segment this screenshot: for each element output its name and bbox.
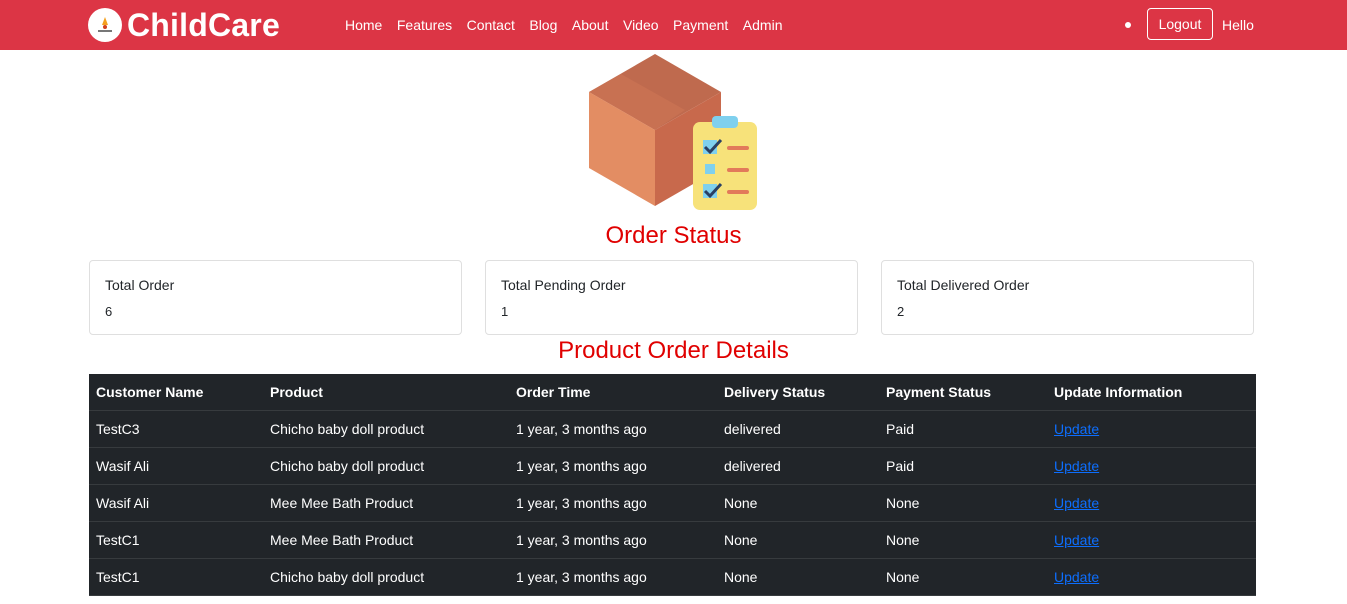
table-row: TestC3 Chicho baby doll product 1 year, … [89, 410, 1256, 448]
brand-name: ChildCare [127, 6, 280, 43]
delivery-status: delivered [717, 410, 879, 448]
total-order-card: Total Order 6 [89, 260, 462, 335]
payment-status: Paid [879, 410, 1047, 448]
main-nav: Home Features Contact Blog About Video P… [345, 0, 797, 50]
product-name: Chicho baby doll product [263, 558, 509, 596]
nav-home[interactable]: Home [345, 17, 382, 33]
card-label: Total Delivered Order [897, 277, 1030, 293]
update-cell: Update [1047, 484, 1256, 522]
card-label: Total Order [105, 277, 175, 293]
update-link[interactable]: Update [1054, 569, 1099, 585]
nav-features[interactable]: Features [397, 17, 452, 33]
table-row: Wasif Ali Mee Mee Bath Product 1 year, 3… [89, 484, 1256, 522]
list-line-2 [727, 168, 749, 172]
delivery-status: None [717, 558, 879, 596]
update-link[interactable]: Update [1054, 495, 1099, 511]
card-value: 1 [501, 304, 509, 319]
column-header-order-time: Order Time [509, 374, 717, 411]
payment-status: None [879, 521, 1047, 559]
navbar: ChildCare Home Features Contact Blog Abo… [0, 0, 1347, 50]
delivery-status: None [717, 484, 879, 522]
order-time: 1 year, 3 months ago [509, 558, 717, 596]
list-line-3 [727, 190, 749, 194]
list-line-1 [727, 146, 749, 150]
customer-name: Wasif Ali [89, 447, 263, 485]
delivery-status: delivered [717, 447, 879, 485]
delivery-status: None [717, 521, 879, 559]
product-order-details-title: Product Order Details [558, 337, 789, 364]
orders-table: Customer Name Product Order Time Deliver… [89, 374, 1256, 596]
table-header-row: Customer Name Product Order Time Deliver… [89, 374, 1256, 411]
customer-name: TestC1 [89, 521, 263, 559]
clipboard-clip [712, 116, 738, 128]
card-value: 2 [897, 304, 905, 319]
payment-status: Paid [879, 447, 1047, 485]
update-cell: Update [1047, 410, 1256, 448]
order-box-illustration [585, 52, 760, 214]
clipboard-board [693, 122, 757, 210]
column-header-payment-status: Payment Status [879, 374, 1047, 411]
column-header-product: Product [263, 374, 509, 411]
nav-contact[interactable]: Contact [467, 17, 515, 33]
greeting-text: Hello [1222, 17, 1254, 33]
order-time: 1 year, 3 months ago [509, 410, 717, 448]
column-header-customer: Customer Name [89, 374, 263, 411]
customer-name: TestC1 [89, 558, 263, 596]
brand[interactable]: ChildCare [88, 7, 280, 43]
customer-name: Wasif Ali [89, 484, 263, 522]
table-row: TestC1 Chicho baby doll product 1 year, … [89, 558, 1256, 596]
nav-video[interactable]: Video [623, 17, 659, 33]
product-name: Mee Mee Bath Product [263, 521, 509, 559]
payment-status: None [879, 558, 1047, 596]
table-row: Wasif Ali Chicho baby doll product 1 yea… [89, 447, 1256, 485]
total-delivered-order-card: Total Delivered Order 2 [881, 260, 1254, 335]
logout-button[interactable]: Logout [1147, 8, 1213, 40]
nav-admin[interactable]: Admin [743, 17, 783, 33]
nav-about[interactable]: About [572, 17, 609, 33]
product-name: Chicho baby doll product [263, 447, 509, 485]
update-cell: Update [1047, 558, 1256, 596]
order-time: 1 year, 3 months ago [509, 484, 717, 522]
update-link[interactable]: Update [1054, 458, 1099, 474]
update-link[interactable]: Update [1054, 532, 1099, 548]
update-link[interactable]: Update [1054, 421, 1099, 437]
product-name: Chicho baby doll product [263, 410, 509, 448]
table-row: TestC1 Mee Mee Bath Product 1 year, 3 mo… [89, 521, 1256, 559]
payment-status: None [879, 484, 1047, 522]
column-header-delivery-status: Delivery Status [717, 374, 879, 411]
bullet-icon [1125, 22, 1131, 28]
column-header-update-information: Update Information [1047, 374, 1256, 411]
checkbox-2 [705, 164, 715, 174]
customer-name: TestC3 [89, 410, 263, 448]
childcare-logo-icon [88, 8, 122, 42]
order-time: 1 year, 3 months ago [509, 447, 717, 485]
total-pending-order-card: Total Pending Order 1 [485, 260, 858, 335]
product-name: Mee Mee Bath Product [263, 484, 509, 522]
nav-payment[interactable]: Payment [673, 17, 728, 33]
card-label: Total Pending Order [501, 277, 626, 293]
order-status-title: Order Status [605, 222, 742, 249]
card-value: 6 [105, 304, 113, 319]
update-cell: Update [1047, 521, 1256, 559]
update-cell: Update [1047, 447, 1256, 485]
nav-blog[interactable]: Blog [529, 17, 557, 33]
order-time: 1 year, 3 months ago [509, 521, 717, 559]
